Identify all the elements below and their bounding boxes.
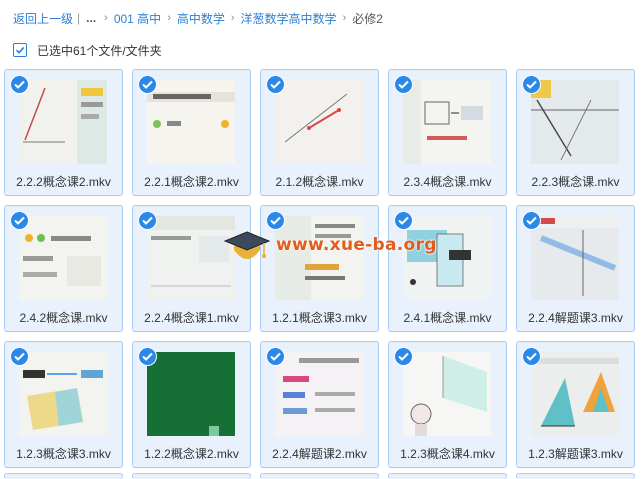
video-thumbnail <box>147 80 235 164</box>
chevron-right-icon: › <box>167 12 171 24</box>
file-name: 2.3.4概念课.mkv <box>403 175 492 189</box>
chevron-right-icon: › <box>342 12 347 24</box>
file-card[interactable]: 2.1.2概念课.mkv <box>260 69 379 196</box>
file-card[interactable]: 2.2.1概念课2.mkv <box>132 69 251 196</box>
file-name: 2.2.1概念课2.mkv <box>144 175 239 189</box>
selected-check-icon[interactable] <box>266 75 285 94</box>
selected-check-icon[interactable] <box>138 211 157 230</box>
video-thumbnail <box>403 80 491 164</box>
file-name: 1.2.3概念课4.mkv <box>400 447 495 461</box>
file-name: 1.2.2概念课2.mkv <box>144 447 239 461</box>
file-card-partial[interactable] <box>388 473 507 479</box>
video-thumbnail <box>147 352 235 436</box>
file-name: 1.2.3概念课3.mkv <box>16 447 111 461</box>
selected-check-icon[interactable] <box>522 211 541 230</box>
video-thumbnail <box>275 216 363 300</box>
video-thumbnail <box>531 80 619 164</box>
breadcrumb-divider: | <box>77 11 81 25</box>
file-card[interactable]: 1.2.3解题课3.mkv <box>516 341 635 468</box>
video-thumbnail <box>531 216 619 300</box>
file-name: 2.2.3概念课.mkv <box>531 175 620 189</box>
video-thumbnail <box>403 352 491 436</box>
file-name: 2.2.4解题课2.mkv <box>272 447 367 461</box>
file-card[interactable]: 1.2.1概念课3.mkv <box>260 205 379 332</box>
file-grid: 2.2.2概念课2.mkv 2.2.1概念课2.mkv 2.1.2概念课.mkv… <box>4 69 643 479</box>
file-name: 2.4.2概念课.mkv <box>19 311 108 325</box>
file-card[interactable]: 2.4.1概念课.mkv <box>388 205 507 332</box>
file-card[interactable]: 2.3.4概念课.mkv <box>388 69 507 196</box>
file-card-partial[interactable] <box>516 473 635 479</box>
selected-check-icon[interactable] <box>10 211 29 230</box>
selected-check-icon[interactable] <box>394 347 413 366</box>
video-thumbnail <box>275 352 363 436</box>
chevron-right-icon: › <box>230 12 235 24</box>
breadcrumb-ellipsis[interactable]: ... <box>86 11 96 25</box>
selection-bar: 已选中61个文件/文件夹 <box>13 42 162 58</box>
file-card[interactable]: 2.2.4解题课3.mkv <box>516 205 635 332</box>
file-card[interactable]: 1.2.3概念课4.mkv <box>388 341 507 468</box>
selected-check-icon[interactable] <box>266 347 285 366</box>
video-thumbnail <box>275 80 363 164</box>
file-card[interactable]: 2.2.2概念课2.mkv <box>4 69 123 196</box>
file-card[interactable]: 1.2.2概念课2.mkv <box>132 341 251 468</box>
selected-check-icon[interactable] <box>10 347 29 366</box>
video-thumbnail <box>19 216 107 300</box>
back-link[interactable]: 返回上一级 <box>13 10 73 27</box>
video-thumbnail <box>19 352 107 436</box>
breadcrumb-current: 必修2 <box>352 11 383 26</box>
file-name: 2.2.4解题课3.mkv <box>528 311 623 325</box>
chevron-right-icon: › <box>104 12 108 24</box>
select-all-checkbox[interactable] <box>13 43 27 57</box>
file-card-partial[interactable] <box>132 473 251 479</box>
file-name: 2.4.1概念课.mkv <box>403 311 492 325</box>
checkmark-icon <box>15 46 25 54</box>
file-name: 2.2.2概念课2.mkv <box>16 175 111 189</box>
selected-check-icon[interactable] <box>138 75 157 94</box>
selected-check-icon[interactable] <box>394 211 413 230</box>
file-card-partial[interactable] <box>260 473 379 479</box>
file-card[interactable]: 2.2.4解题课2.mkv <box>260 341 379 468</box>
selected-check-icon[interactable] <box>138 347 157 366</box>
breadcrumb-item-001[interactable]: 001 高中 <box>114 10 161 27</box>
selected-check-icon[interactable] <box>522 347 541 366</box>
breadcrumb: 返回上一级 | ... › 001 高中 › 高中数学 › 洋葱数学高中数学 ›… <box>13 9 383 27</box>
video-thumbnail <box>531 352 619 436</box>
video-thumbnail <box>147 216 235 300</box>
file-name: 2.2.4概念课1.mkv <box>144 311 239 325</box>
file-name: 1.2.3解题课3.mkv <box>528 447 623 461</box>
file-card-partial[interactable] <box>4 473 123 479</box>
video-thumbnail <box>403 216 491 300</box>
breadcrumb-item-math[interactable]: 高中数学 <box>177 10 225 27</box>
file-card[interactable]: 1.2.3概念课3.mkv <box>4 341 123 468</box>
selected-check-icon[interactable] <box>10 75 29 94</box>
selected-check-icon[interactable] <box>394 75 413 94</box>
selection-count-label: 已选中61个文件/文件夹 <box>37 43 162 58</box>
breadcrumb-item-onion-math[interactable]: 洋葱数学高中数学 <box>241 10 337 27</box>
file-card[interactable]: 2.2.4概念课1.mkv <box>132 205 251 332</box>
file-name: 1.2.1概念课3.mkv <box>272 311 367 325</box>
file-card[interactable]: 2.2.3概念课.mkv <box>516 69 635 196</box>
selected-check-icon[interactable] <box>266 211 285 230</box>
video-thumbnail <box>19 80 107 164</box>
file-card[interactable]: 2.4.2概念课.mkv <box>4 205 123 332</box>
file-name: 2.1.2概念课.mkv <box>275 175 364 189</box>
selected-check-icon[interactable] <box>522 75 541 94</box>
